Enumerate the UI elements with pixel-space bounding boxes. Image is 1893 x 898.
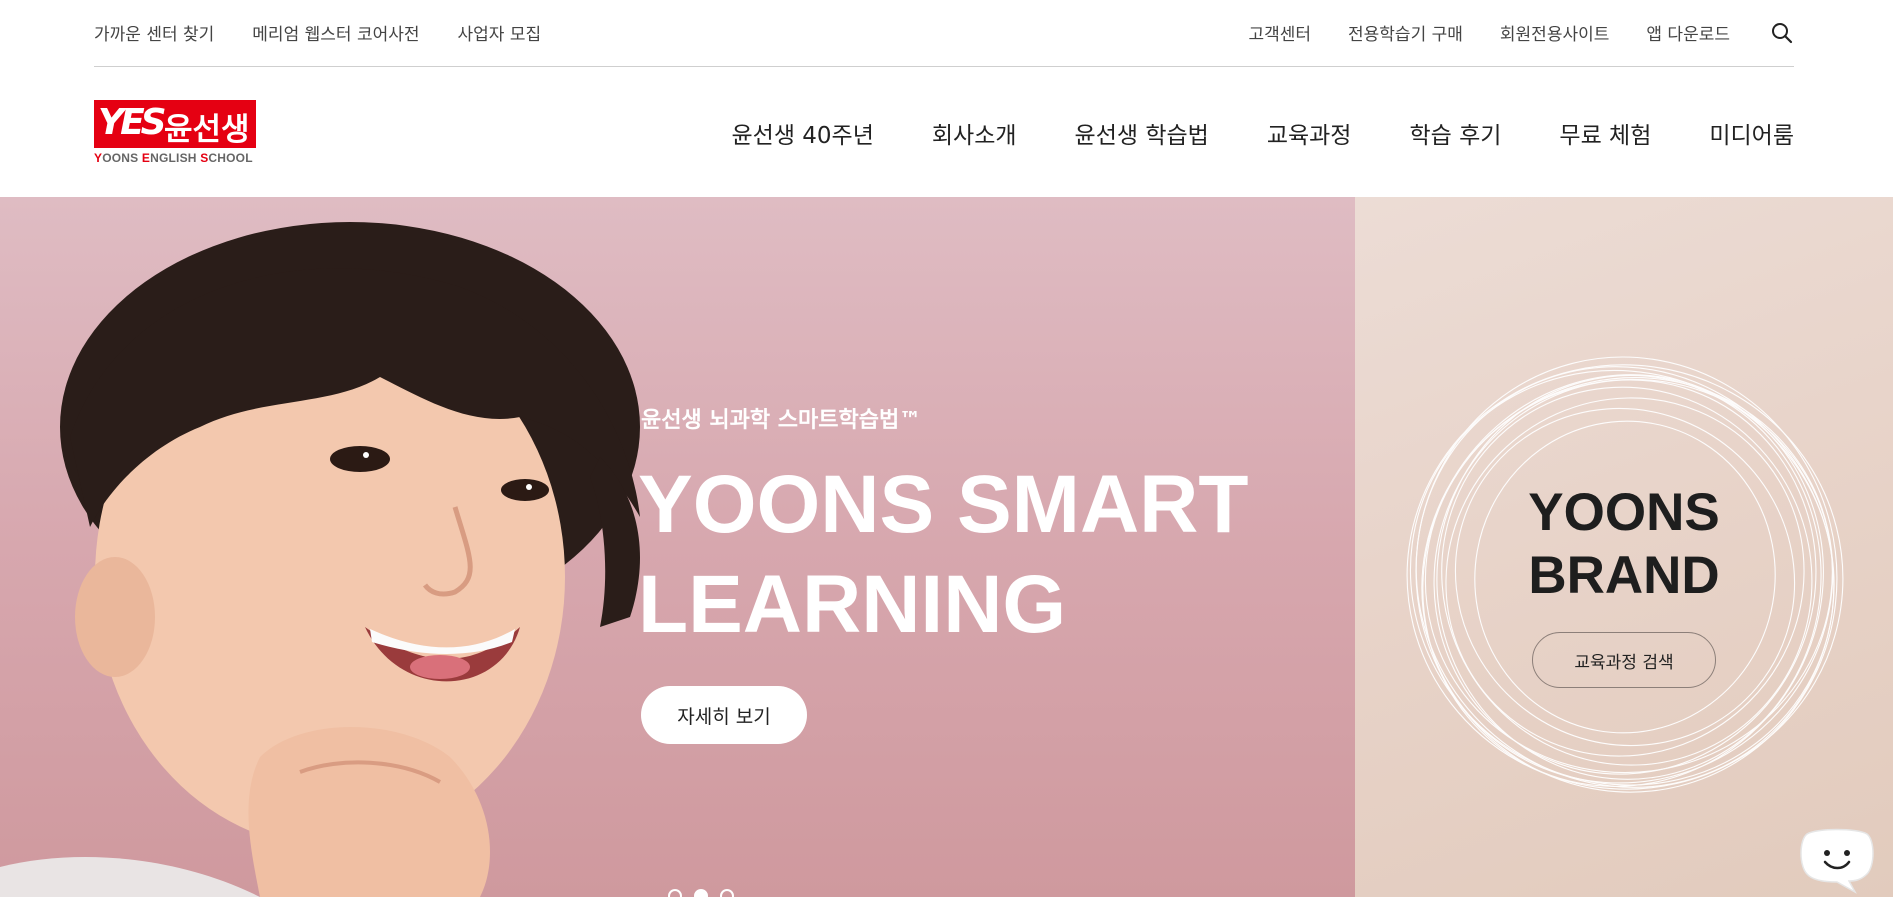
find-center-link[interactable]: 가까운 센터 찾기 bbox=[94, 20, 214, 45]
chat-icon[interactable] bbox=[1797, 826, 1877, 894]
dictionary-link[interactable]: 메리엄 웹스터 코어사전 bbox=[252, 20, 419, 45]
logo-english-name: YOONS ENGLISH SCHOOL bbox=[94, 151, 253, 165]
hero-title-line1: YOONS SMART bbox=[638, 459, 1249, 550]
hero-child-image bbox=[0, 222, 640, 897]
nav-free-trial[interactable]: 무료 체험 bbox=[1559, 116, 1651, 150]
nav-learning-method[interactable]: 윤선생 학습법 bbox=[1075, 116, 1209, 150]
hero-title: YOONS SMART LEARNING bbox=[638, 455, 1248, 655]
main-header: YES 윤선생 YOONS ENGLISH SCHOOL 윤선생 40주년 회사… bbox=[94, 66, 1794, 197]
brand-title-line1: YOONS bbox=[1528, 483, 1720, 542]
utility-right-links: 고객센터 전용학습기 구매 회원전용사이트 앱 다운로드 bbox=[1211, 20, 1794, 45]
hero-banner: 윤선생 뇌과학 스마트학습법™ YOONS SMART LEARNING 자세히… bbox=[0, 197, 1355, 897]
slide-pager bbox=[668, 889, 746, 897]
device-purchase-link[interactable]: 전용학습기 구매 bbox=[1348, 20, 1463, 45]
pager-dot[interactable] bbox=[668, 889, 682, 897]
search-icon[interactable] bbox=[1770, 21, 1794, 45]
yoons-logo[interactable]: YES 윤선생 YOONS ENGLISH SCHOOL bbox=[94, 100, 256, 166]
customer-center-link[interactable]: 고객센터 bbox=[1248, 20, 1311, 45]
main-nav: 윤선생 40주년 회사소개 윤선생 학습법 교육과정 학습 후기 무료 체험 미… bbox=[674, 116, 1795, 150]
pager-dot[interactable] bbox=[720, 889, 734, 897]
logo-korean-name: 윤선생 bbox=[164, 112, 250, 148]
nav-40th-anniversary[interactable]: 윤선생 40주년 bbox=[732, 116, 874, 150]
nav-reviews[interactable]: 학습 후기 bbox=[1409, 116, 1501, 150]
logo-badge: YES 윤선생 bbox=[94, 100, 256, 148]
nav-company[interactable]: 회사소개 bbox=[932, 116, 1017, 150]
brand-title-line2: BRAND bbox=[1528, 546, 1720, 605]
view-details-button[interactable]: 자세히 보기 bbox=[641, 686, 807, 744]
business-recruit-link[interactable]: 사업자 모집 bbox=[458, 20, 542, 45]
app-download-link[interactable]: 앱 다운로드 bbox=[1646, 20, 1730, 45]
nav-media-room[interactable]: 미디어룸 bbox=[1709, 116, 1794, 150]
utility-bar: 가까운 센터 찾기 메리엄 웹스터 코어사전 사업자 모집 고객센터 전용학습기… bbox=[94, 0, 1794, 67]
curriculum-search-button[interactable]: 교육과정 검색 bbox=[1532, 632, 1716, 688]
brand-panel: YOONS BRAND 교육과정 검색 bbox=[1355, 197, 1893, 897]
pager-dot-active[interactable] bbox=[694, 889, 708, 897]
utility-left-links: 가까운 센터 찾기 메리엄 웹스터 코어사전 사업자 모집 bbox=[94, 20, 579, 45]
member-site-link[interactable]: 회원전용사이트 bbox=[1500, 20, 1609, 45]
brand-title: YOONS BRAND bbox=[1355, 481, 1893, 607]
logo-mark: YES bbox=[98, 102, 167, 143]
hero-subtitle: 윤선생 뇌과학 스마트학습법™ bbox=[641, 408, 922, 433]
nav-curriculum[interactable]: 교육과정 bbox=[1267, 116, 1352, 150]
hero-title-line2: LEARNING bbox=[638, 559, 1067, 650]
